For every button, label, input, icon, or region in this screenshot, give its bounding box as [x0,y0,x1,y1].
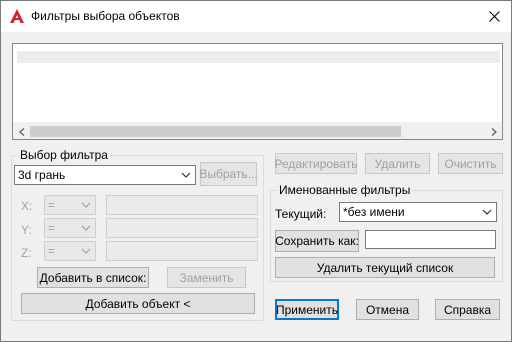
save-as-button[interactable]: Сохранить как: [275,230,359,252]
add-object-button[interactable]: Добавить объект < [21,293,255,314]
edit-button[interactable]: Редактировать [275,153,357,174]
scroll-right-button[interactable] [485,123,502,140]
filter-list[interactable] [12,43,503,140]
chevron-right-icon [491,127,497,136]
y-value-field[interactable] [106,218,258,238]
autocad-icon [10,9,24,23]
x-operator-select[interactable]: = [44,195,96,215]
chevron-down-icon [81,225,91,231]
help-button[interactable]: Справка [435,299,500,320]
current-label: Текущий: [275,207,327,221]
x-operator-value: = [48,198,56,212]
close-icon [488,10,500,22]
current-filter-value: *без имени [343,205,405,219]
z-operator-value: = [48,244,56,258]
y-operator-value: = [48,221,56,235]
z-label: Z: [21,246,32,260]
chevron-down-icon [482,209,492,215]
filter-type-select[interactable]: 3d грань [14,165,196,185]
close-button[interactable] [477,1,511,31]
z-operator-select[interactable]: = [44,241,96,261]
scrollbar-thumb[interactable] [30,126,401,137]
select-button[interactable]: Выбрать... [199,162,258,186]
delete-current-list-button[interactable]: Удалить текущий список [275,257,495,278]
chevron-down-icon [81,202,91,208]
z-value-field[interactable] [106,241,258,261]
delete-button[interactable]: Удалить [365,153,430,174]
filter-select-legend: Выбор фильтра [18,148,110,162]
add-to-list-button[interactable]: Добавить в список: [37,267,149,288]
horizontal-scrollbar[interactable] [13,122,502,139]
clear-button[interactable]: Очистить [438,153,503,174]
cancel-button[interactable]: Отмена [356,299,419,320]
list-item[interactable] [17,51,500,63]
filter-dialog: Фильтры выбора объектов Редактировать Уд… [0,0,512,342]
chevron-down-icon [81,248,91,254]
y-label: Y: [21,223,32,237]
current-filter-select[interactable]: *без имени [339,202,497,222]
window-title: Фильтры выбора объектов [31,9,180,23]
replace-button[interactable]: Заменить [167,267,246,288]
x-value-field[interactable] [106,195,258,215]
apply-button[interactable]: Применить [275,299,339,320]
chevron-down-icon [181,172,191,178]
scroll-left-button[interactable] [13,123,30,140]
named-filters-legend: Именованные фильтры [277,183,413,197]
x-label: X: [21,199,33,213]
title-bar: Фильтры выбора объектов [1,1,511,32]
save-as-input[interactable] [365,230,496,249]
y-operator-select[interactable]: = [44,218,96,238]
filter-type-value: 3d грань [18,168,66,182]
chevron-left-icon [18,127,24,136]
